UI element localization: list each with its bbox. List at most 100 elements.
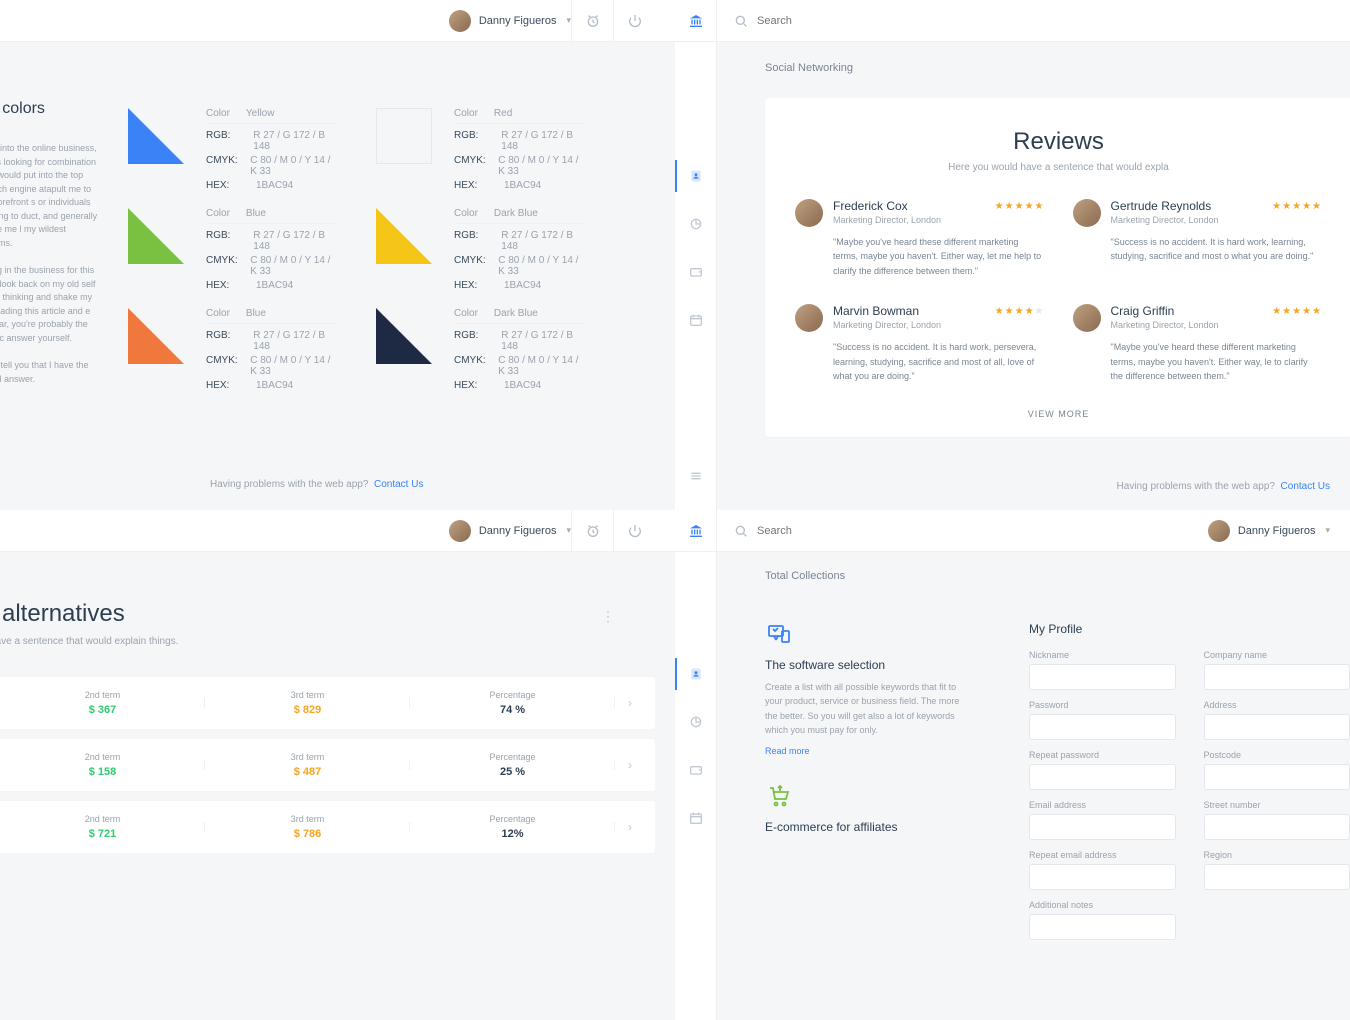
text-input[interactable] — [1029, 764, 1176, 790]
rail-contacts-icon[interactable] — [675, 152, 717, 200]
review-quote: "Success is no accident. It is hard work… — [833, 340, 1045, 383]
avatar — [449, 10, 471, 32]
user-menu[interactable]: Danny Figueros ▾ — [449, 520, 571, 542]
rail-wallet-icon[interactable] — [675, 746, 717, 794]
search-input[interactable] — [733, 13, 899, 29]
color-row: ColorBlue RGB:R 27 / G 172 / B 148 CMYK:… — [128, 208, 338, 294]
reviewer-role: Marketing Director, London — [833, 320, 1045, 330]
reviewer-role: Marketing Director, London — [1111, 320, 1323, 330]
bank-icon[interactable] — [688, 523, 704, 539]
view-more-button[interactable]: VIEW MORE — [795, 409, 1322, 419]
alternatives-list: 2nd term$ 367 3rd term$ 829 Percentage74… — [0, 677, 655, 853]
username: Danny Figueros — [1238, 525, 1316, 537]
chevron-right-icon[interactable]: › — [615, 820, 645, 834]
text-input[interactable] — [1029, 914, 1176, 940]
avatar — [1073, 199, 1101, 227]
left-rail — [675, 552, 717, 1020]
color-swatch — [376, 208, 432, 264]
feature-title: E-commerce for affiliates — [765, 820, 965, 834]
field-label: Additional notes — [1029, 900, 1176, 910]
search-input[interactable] — [733, 523, 899, 539]
review-quote: "Success is no accident. It is hard work… — [1111, 235, 1323, 264]
form-field: Password — [1029, 700, 1176, 740]
body-text: t got into the online business, I was lo… — [0, 142, 100, 386]
username: Danny Figueros — [479, 525, 557, 537]
rail-calendar-icon[interactable] — [675, 794, 717, 842]
rail-wallet-icon[interactable] — [675, 248, 717, 296]
review-item: ★★★★★ Marvin Bowman Marketing Director, … — [795, 304, 1045, 383]
table-row[interactable]: 2nd term$ 158 3rd term$ 487 Percentage25… — [0, 739, 655, 791]
color-row: ColorYellow RGB:R 27 / G 172 / B 148 CMY… — [128, 108, 338, 194]
text-input[interactable] — [1204, 764, 1350, 790]
field-label: Postcode — [1204, 750, 1350, 760]
rail-contacts-icon[interactable] — [675, 650, 717, 698]
field-label: Nickname — [1029, 650, 1176, 660]
breadcrumb: Social Networking — [765, 62, 1350, 74]
text-input[interactable] — [1204, 664, 1350, 690]
more-icon[interactable]: ⋮ — [601, 608, 615, 625]
table-row[interactable]: 2nd term$ 721 3rd term$ 786 Percentage12… — [0, 801, 655, 853]
avatar — [449, 520, 471, 542]
contact-link[interactable]: Contact Us — [1281, 481, 1330, 492]
text-input[interactable] — [1204, 814, 1350, 840]
rail-chart-icon[interactable] — [675, 698, 717, 746]
color-row: ColorDark Blue RGB:R 27 / G 172 / B 148 … — [376, 308, 586, 394]
color-meta: ColorRed RGB:R 27 / G 172 / B 148 CMYK:C… — [454, 108, 586, 194]
footer-contact: Having problems with the web app? Contac… — [1117, 481, 1330, 492]
reviews-sub: Here you would have a sentence that woul… — [795, 162, 1322, 173]
bank-icon[interactable] — [688, 13, 704, 29]
field-label: Street number — [1204, 800, 1350, 810]
review-item: ★★★★★ Gertrude Reynolds Marketing Direct… — [1073, 199, 1323, 278]
user-menu[interactable]: Danny Figueros ▾ — [449, 10, 571, 32]
text-input[interactable] — [1029, 714, 1176, 740]
color-swatch — [128, 208, 184, 264]
contact-link[interactable]: Contact Us — [374, 479, 423, 490]
footer-contact: Having problems with the web app? Contac… — [210, 479, 423, 490]
rail-menu-icon[interactable] — [675, 452, 717, 500]
field-label: Repeat email address — [1029, 850, 1176, 860]
devices-icon — [765, 622, 793, 646]
table-row[interactable]: 2nd term$ 367 3rd term$ 829 Percentage74… — [0, 677, 655, 729]
reviewer-role: Marketing Director, London — [833, 215, 1045, 225]
reviews-title: Reviews — [795, 128, 1322, 156]
alarm-icon[interactable] — [571, 510, 613, 552]
form-field: Address — [1204, 700, 1350, 740]
rail-chart-icon[interactable] — [675, 200, 717, 248]
chevron-right-icon[interactable]: › — [615, 696, 645, 710]
read-more-link[interactable]: Read more — [765, 746, 965, 756]
field-label: Repeat password — [1029, 750, 1176, 760]
form-field: Company name — [1204, 650, 1350, 690]
color-meta: ColorBlue RGB:R 27 / G 172 / B 148 CMYK:… — [206, 208, 338, 294]
text-input[interactable] — [1029, 814, 1176, 840]
power-icon[interactable] — [613, 510, 655, 552]
user-menu[interactable]: Danny Figueros ▾ — [1208, 520, 1330, 542]
alarm-icon[interactable] — [571, 0, 613, 42]
power-icon[interactable] — [613, 0, 655, 42]
color-row: ColorBlue RGB:R 27 / G 172 / B 148 CMYK:… — [128, 308, 338, 394]
left-rail — [675, 42, 717, 510]
form-title: My Profile — [1029, 622, 1350, 636]
form-field: Region — [1204, 850, 1350, 890]
star-rating: ★★★★★ — [1272, 201, 1322, 212]
review-quote: "Maybe you've heard these different mark… — [833, 235, 1045, 278]
text-input[interactable] — [1204, 864, 1350, 890]
text-input[interactable] — [1204, 714, 1350, 740]
avatar — [1073, 304, 1101, 332]
avatar — [1208, 520, 1230, 542]
form-field: Repeat password — [1029, 750, 1176, 790]
search-icon — [733, 13, 749, 29]
topbar: Danny Figueros ▾ — [0, 0, 675, 42]
chevron-right-icon[interactable]: › — [615, 758, 645, 772]
field-label: Company name — [1204, 650, 1350, 660]
form-field: Postcode — [1204, 750, 1350, 790]
field-label: Password — [1029, 700, 1176, 710]
review-item: ★★★★★ Craig Griffin Marketing Director, … — [1073, 304, 1323, 383]
avatar — [795, 304, 823, 332]
text-input[interactable] — [1029, 664, 1176, 690]
form-field: Email address — [1029, 800, 1176, 840]
rail-calendar-icon[interactable] — [675, 296, 717, 344]
text-input[interactable] — [1029, 864, 1176, 890]
color-meta: ColorYellow RGB:R 27 / G 172 / B 148 CMY… — [206, 108, 338, 194]
color-row: ColorDark Blue RGB:R 27 / G 172 / B 148 … — [376, 208, 586, 294]
feature-title: The software selection — [765, 658, 965, 672]
